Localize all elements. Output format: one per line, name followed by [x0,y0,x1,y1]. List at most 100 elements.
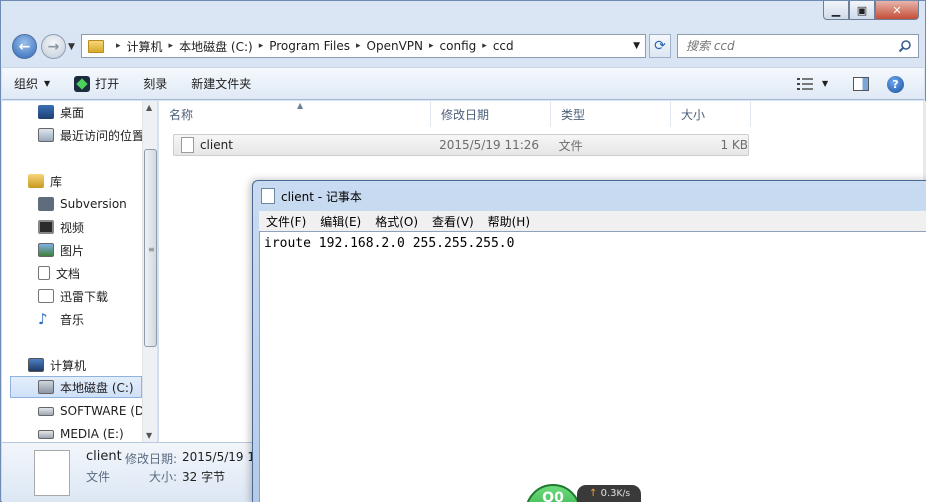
breadcrumb-computer[interactable]: 计算机 [127,38,163,55]
drive-icon [38,429,54,439]
breadcrumb-ccd[interactable]: ccd [493,39,514,53]
file-name: client [199,138,233,152]
help-icon[interactable]: ? [887,76,904,93]
view-dropdown-icon[interactable]: ▼ [822,79,828,88]
open-button[interactable]: 打开 [62,68,131,99]
column-headers: 名称 修改日期 类型 大小 [159,101,923,127]
nav-item-label: 音乐 [60,312,85,327]
nav-item-thunder-download[interactable]: 迅雷下载 [38,285,157,307]
details-modified-label: 修改日期: [125,452,178,466]
details-size-label: 大小: [149,470,178,484]
nav-item-media-e[interactable]: MEDIA (E:) [38,423,157,442]
nav-item-label: Subversion [60,197,127,211]
file-icon [34,450,70,496]
menu-edit[interactable]: 编辑(E) [313,213,368,230]
column-header-size[interactable]: 大小 [671,101,751,127]
details-modified-value: 2015/5/19 1 [182,450,255,464]
nav-item-local-disk-c[interactable]: 本地磁盘 (C:) [10,376,142,398]
search-icon[interactable] [898,39,912,53]
breadcrumb-program-files[interactable]: Program Files [269,39,350,53]
chevron-right-icon[interactable]: ▸ [116,41,121,51]
nav-item-label: 桌面 [60,105,85,120]
upload-speed-readout: ↑ 0.3K/s [577,485,641,502]
new-folder-label: 新建文件夹 [191,77,252,91]
local-disk-icon [38,380,54,394]
nav-item-libraries[interactable]: 库 [28,170,157,192]
scroll-down-icon[interactable]: ▼ [146,431,152,440]
nav-item-pictures[interactable]: 图片 [38,239,157,261]
burn-label: 刻录 [143,77,168,91]
change-view-icon[interactable] [797,78,813,90]
nav-item-music[interactable]: ♪ 音乐 [38,308,157,330]
nav-item-video[interactable]: 视频 [38,216,157,238]
column-header-modified[interactable]: 修改日期 [431,101,551,127]
upload-arrow-icon: ↑ [589,488,598,499]
nav-item-computer[interactable]: 计算机 [28,354,157,376]
notepad-text-area[interactable]: iroute 192.168.2.0 255.255.255.0 [259,231,926,502]
menu-help[interactable]: 帮助(H) [481,213,537,230]
nav-scrollbar[interactable]: ▲ ≡ ▼ [142,101,157,442]
nav-item-label: 视频 [60,220,85,235]
back-button[interactable]: ← [12,34,37,59]
maximize-button[interactable]: ▣ [849,1,875,20]
nav-item-label: 图片 [60,243,85,258]
recent-pages-dropdown-icon[interactable]: ▼ [68,42,75,52]
grip-icon: ≡ [148,245,155,254]
file-size: 1 KB [720,138,748,152]
chevron-right-icon[interactable]: ▸ [482,41,487,51]
column-header-name[interactable]: 名称 [159,101,431,127]
nav-scrollbar-thumb[interactable]: ≡ [144,149,157,347]
address-dropdown-icon[interactable]: ▼ [633,41,640,51]
organize-button[interactable]: 组织 ▼ [14,68,62,99]
file-icon [181,137,194,153]
nav-item-software-d[interactable]: SOFTWARE (D [38,400,157,422]
recent-places-icon [38,128,54,142]
nav-item-recent-places[interactable]: 最近访问的位置 [38,124,157,146]
notepad-content: iroute 192.168.2.0 255.255.255.0 [264,236,515,251]
nav-item-label: 本地磁盘 (C:) [60,380,134,395]
chevron-right-icon[interactable]: ▸ [259,41,264,51]
column-header-type[interactable]: 类型 [551,101,671,127]
chevron-down-icon: ▼ [44,79,51,88]
chevron-right-icon[interactable]: ▸ [429,41,434,51]
breadcrumb-openvpn[interactable]: OpenVPN [367,39,423,53]
menu-file[interactable]: 文件(F) [259,213,313,230]
nav-item-label: 文档 [56,266,81,281]
notepad-window: client - 记事本 文件(F) 编辑(E) 格式(O) 查看(V) 帮助(… [252,180,926,502]
network-speed-widget[interactable]: Q0 ↑ 0.3K/s [525,484,641,502]
libraries-icon [28,174,44,188]
menu-format[interactable]: 格式(O) [368,213,425,230]
chevron-right-icon[interactable]: ▸ [169,41,174,51]
pictures-icon [38,243,54,257]
burn-button[interactable]: 刻录 [131,68,179,99]
command-bar: 组织 ▼ 打开 刻录 新建文件夹 ▼ ? [2,67,924,100]
nav-item-label: 迅雷下载 [60,289,109,304]
menu-view[interactable]: 查看(V) [425,213,481,230]
search-box[interactable] [677,34,919,58]
nav-item-documents[interactable]: 文档 [38,262,157,284]
speed-ball-icon[interactable]: Q0 [525,484,581,502]
nav-item-desktop[interactable]: 桌面 [38,101,157,123]
video-icon [38,220,54,234]
computer-icon [28,358,44,372]
forward-button[interactable]: → [41,34,66,59]
refresh-button[interactable]: ⟳ [649,34,671,58]
breadcrumb-config[interactable]: config [440,39,477,53]
folder-icon [88,39,104,53]
search-input[interactable] [686,39,886,53]
new-folder-button[interactable]: 新建文件夹 [179,68,263,99]
file-row[interactable]: client 2015/5/19 11:26 文件 1 KB [173,134,749,156]
minimize-button[interactable]: ▁ [823,1,849,20]
open-with-app-icon [74,75,91,92]
breadcrumb-local-disk[interactable]: 本地磁盘 (C:) [179,38,253,55]
nav-item-label: 计算机 [50,358,87,373]
address-bar[interactable]: ▸ 计算机 ▸ 本地磁盘 (C:) ▸ Program Files ▸ Open… [81,34,646,58]
nav-item-label: 最近访问的位置 [60,128,145,143]
preview-pane-icon[interactable] [853,77,869,91]
notepad-icon [261,188,275,204]
desktop-icon [38,105,54,119]
chevron-right-icon[interactable]: ▸ [356,41,361,51]
close-button[interactable]: ✕ [875,1,919,20]
scroll-up-icon[interactable]: ▲ [146,103,152,112]
nav-item-subversion[interactable]: Subversion [38,193,157,215]
